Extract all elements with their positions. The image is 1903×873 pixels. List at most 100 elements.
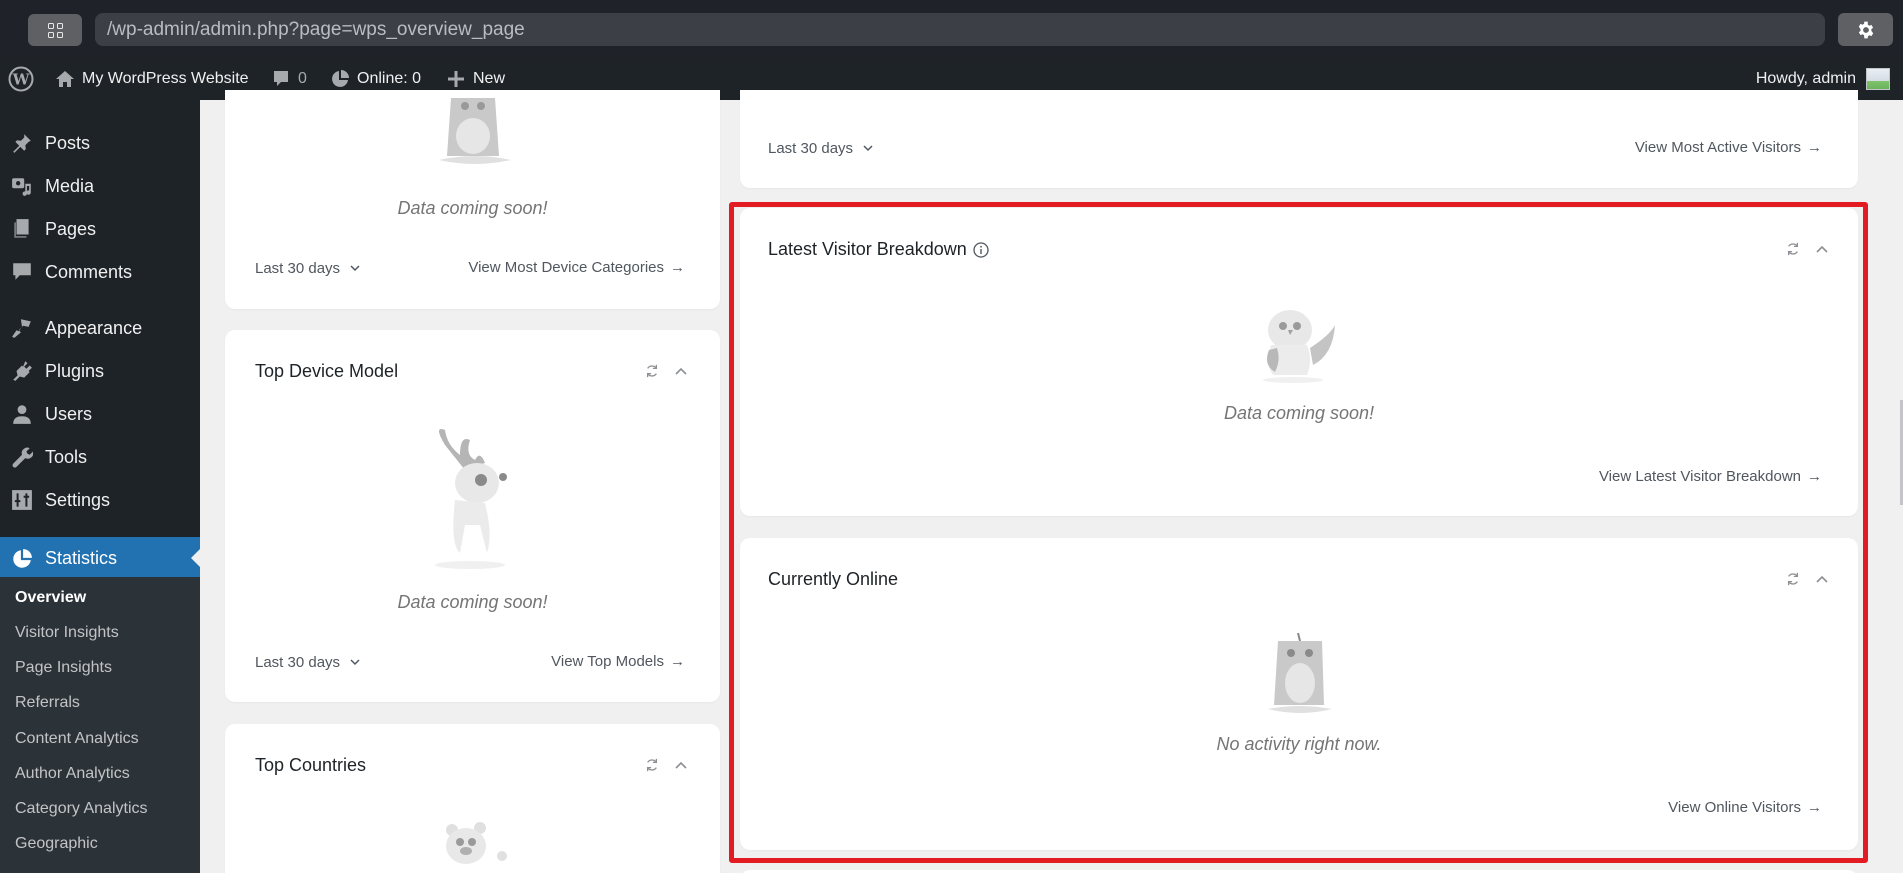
home-icon [55,69,75,89]
apps-button[interactable] [28,14,82,46]
avatar [1866,68,1890,90]
view-link-label: View Online Visitors [1668,799,1801,816]
howdy-text: Howdy, admin [1755,70,1856,87]
submenu-item-page-insights[interactable]: Page Insights [15,659,112,677]
widget-tools [645,364,687,378]
penguin-mascot-icon [1268,633,1332,713]
comment-icon [10,260,34,284]
submenu-item-geographic[interactable]: Geographic [15,835,98,853]
pie-chart-icon [330,69,350,89]
submenu-item-category-analytics[interactable]: Category Analytics [15,800,148,818]
submenu-item-content-analytics[interactable]: Content Analytics [15,730,139,748]
sidebar-item-label: Appearance [45,317,143,338]
wp-logo-menu[interactable]: W [8,58,34,100]
user-icon [10,402,34,426]
empty-state-text: Data coming soon! [397,592,548,612]
sidebar-item-plugins[interactable]: Plugins [0,351,200,391]
sidebar-item-settings[interactable]: Settings [0,480,200,520]
chevron-up-icon[interactable] [1816,245,1828,253]
view-link-label: View Most Active Visitors [1634,139,1801,156]
refresh-icon[interactable] [645,758,659,772]
pages-icon [10,217,34,241]
empty-state-text: Data coming soon! [397,198,548,218]
sidebar-item-pages[interactable]: Pages [0,209,200,249]
widget-tools [645,758,687,772]
active-menu-arrow [191,549,200,567]
date-range-select[interactable]: Last 30 days [768,140,873,157]
pin-icon [10,131,34,155]
date-range-select[interactable]: Last 30 days [255,654,360,671]
gear-icon [1858,21,1873,38]
apps-grid-icon [47,22,63,38]
site-name: My WordPress Website [82,70,249,87]
refresh-icon[interactable] [1786,242,1800,256]
submenu-item-referrals[interactable]: Referrals [15,694,80,712]
empty-state-text: No activity right now. [1216,734,1382,754]
arrow-right-icon: → [1807,139,1822,156]
view-link-label: View Most Device Categories [468,259,664,276]
widget-latest-visitor-breakdown: Latest Visitor Breakdown Data coming soo… [740,208,1858,516]
chevron-up-icon[interactable] [1816,575,1828,583]
arrow-right-icon: → [670,259,685,276]
refresh-icon[interactable] [1786,572,1800,586]
svg-text:W: W [12,71,31,89]
sidebar-item-comments[interactable]: Comments [0,252,200,292]
date-range-label: Last 30 days [255,260,341,277]
pie-chart-icon [10,547,34,571]
wrench-icon [10,445,34,469]
arrow-right-icon: → [1807,468,1822,485]
date-range-label: Last 30 days [768,140,854,157]
view-link-label: View Top Models [551,653,664,670]
view-latest-visitor-breakdown-link[interactable]: View Latest Visitor Breakdown → [1599,468,1822,485]
sidebar-item-users[interactable]: Users [0,394,200,434]
widget-title: Top Device Model [255,361,399,381]
chevron-up-icon[interactable] [675,367,687,375]
chevron-down-icon [350,659,360,666]
sidebar-item-label: Users [45,403,93,424]
arrow-right-icon: → [1807,799,1822,816]
sidebar-item-tools[interactable]: Tools [0,437,200,477]
plus-icon [446,69,466,89]
brush-icon [10,316,34,340]
date-range-select[interactable]: Last 30 days [255,260,360,277]
browser-settings-button[interactable] [1838,13,1893,46]
site-name-link[interactable]: My WordPress Website [55,58,249,100]
penguin-mascot-icon [439,98,511,164]
sidebar-item-statistics[interactable]: Statistics [0,537,200,580]
widget-title: Currently Online [768,569,899,589]
view-online-visitors-link[interactable]: View Online Visitors → [1668,799,1822,816]
sidebar-item-label: Settings [45,489,111,510]
arrow-right-icon: → [670,653,685,670]
view-most-active-visitors-link[interactable]: View Most Active Visitors → [1635,139,1822,156]
sidebar-item-label: Plugins [45,360,105,381]
refresh-icon[interactable] [645,364,659,378]
sidebar-item-appearance[interactable]: Appearance [0,308,200,348]
chevron-down-icon [350,265,360,272]
sidebar-item-label: Statistics [45,548,118,568]
url-bar[interactable]: /wp-admin/admin.php?page=wps_overview_pa… [95,13,1825,46]
admin-sidebar: Posts Media Pages Comments Appearance Pl… [0,100,200,873]
submenu-item-visitor-insights[interactable]: Visitor Insights [15,624,119,642]
widget-title: Latest Visitor Breakdown [768,239,989,260]
sidebar-item-media[interactable]: Media [0,166,200,206]
wordpress-logo-icon: W [8,66,34,92]
chevron-up-icon[interactable] [675,761,687,769]
view-top-models-link[interactable]: View Top Models → [551,653,685,670]
widget-device-categories: Data coming soon! Last 30 days View Most… [225,90,720,309]
plug-icon [10,359,34,383]
chevron-down-icon [863,145,873,152]
online-count: Online: 0 [357,70,422,87]
sidebar-item-posts[interactable]: Posts [0,123,200,163]
widget-top-countries: Top Countries [225,724,720,873]
bear-mascot-icon [446,822,507,864]
widget-tools [1786,572,1828,586]
sidebar-item-label: Media [45,175,95,196]
reindeer-mascot-icon [435,429,507,569]
media-icon [10,174,34,198]
view-device-categories-link[interactable]: View Most Device Categories → [468,259,685,276]
submenu-item-author-analytics[interactable]: Author Analytics [15,765,130,783]
sidebar-item-label: Pages [45,218,97,239]
owl-mascot-icon [1263,310,1335,383]
info-icon[interactable] [973,241,989,258]
submenu-item-overview[interactable]: Overview [15,589,86,607]
